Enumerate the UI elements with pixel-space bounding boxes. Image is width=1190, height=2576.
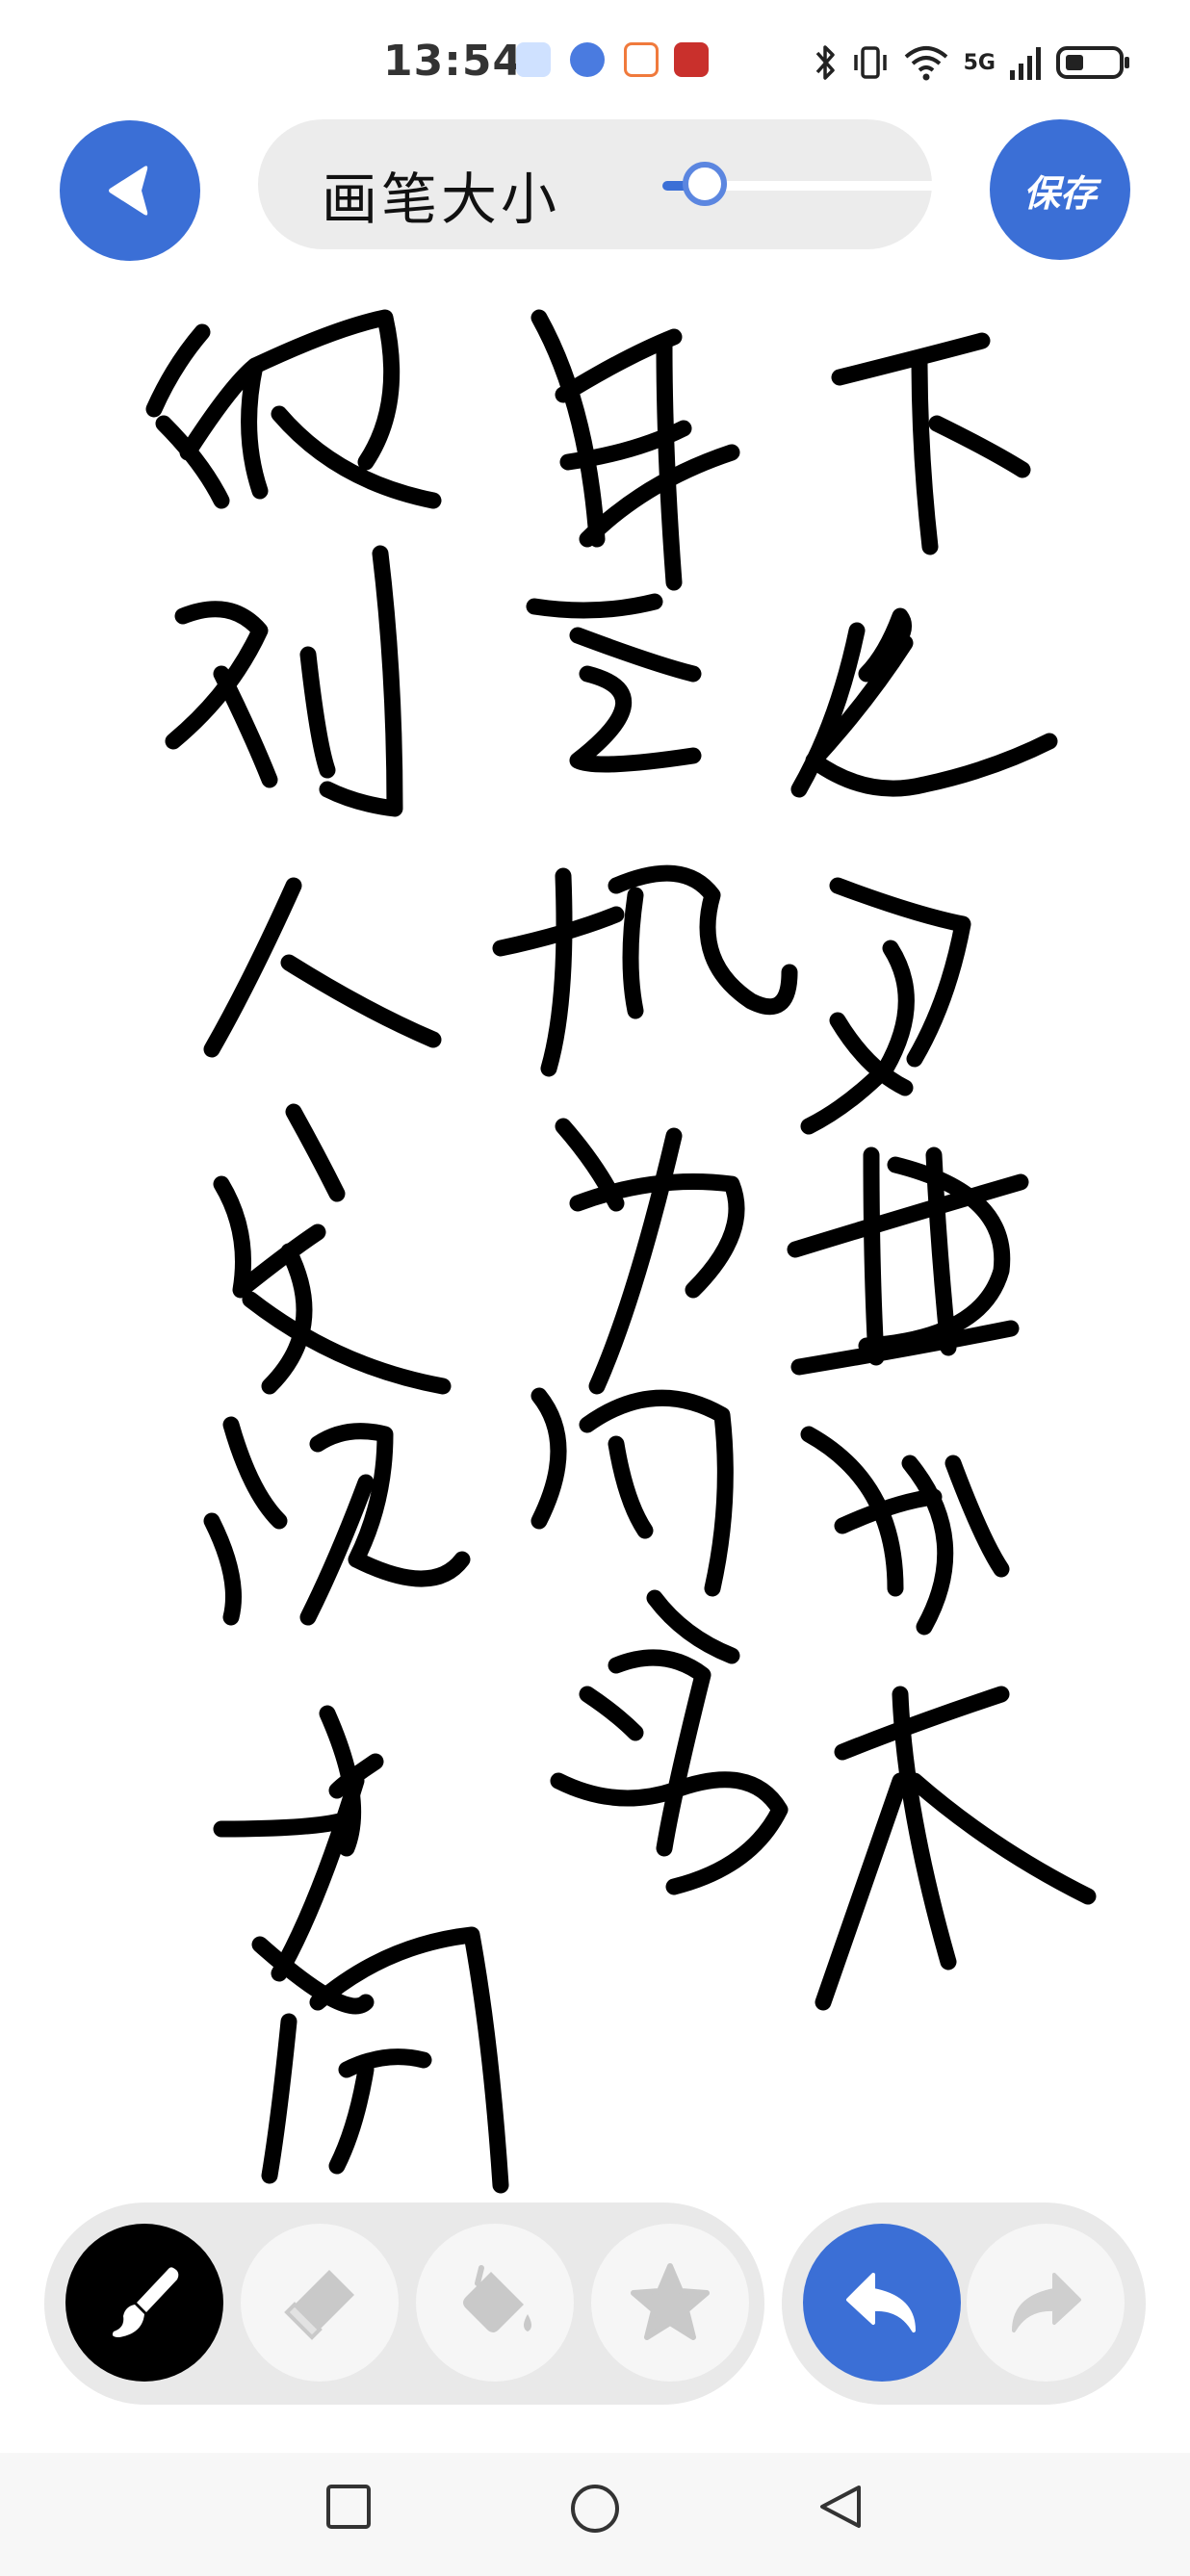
notification-app-icon [516, 42, 551, 77]
status-bar: 13:54 5G [0, 0, 1190, 125]
battery-icon [1056, 46, 1129, 79]
eraser-icon [284, 2270, 354, 2340]
drawing-canvas[interactable] [0, 260, 1190, 2195]
back-button[interactable] [60, 120, 200, 261]
recent-apps-icon[interactable] [323, 2482, 374, 2532]
column-1-strokes [787, 332, 1097, 2011]
brush-tool-button[interactable] [65, 2224, 223, 2382]
column-3-strokes [145, 309, 509, 2194]
star-icon [631, 2263, 710, 2340]
drawing-tools [44, 2202, 764, 2405]
paint-bucket-icon [463, 2265, 531, 2332]
eraser-tool-button[interactable] [241, 2224, 399, 2382]
notification-app-icon [624, 42, 659, 77]
network-type: 5G [963, 50, 996, 75]
slider-thumb[interactable] [683, 162, 727, 206]
redo-button[interactable] [967, 2224, 1125, 2382]
brush-icon [112, 2267, 179, 2337]
notification-app-icon [674, 42, 709, 77]
handwriting-strokes [145, 309, 1097, 2194]
redo-icon [1012, 2273, 1081, 2332]
notification-app-icon [570, 42, 605, 77]
brush-size-slider[interactable] [662, 162, 942, 210]
wifi-icon [904, 46, 947, 81]
home-icon[interactable] [568, 2482, 622, 2536]
history-tools [782, 2202, 1146, 2405]
undo-icon [846, 2273, 916, 2332]
status-icons: 5G [814, 39, 1132, 87]
undo-button[interactable] [803, 2224, 961, 2382]
column-2-strokes [492, 309, 798, 1895]
brush-size-label: 画笔大小 [322, 167, 561, 232]
fill-tool-button[interactable] [416, 2224, 574, 2382]
sticker-tool-button[interactable] [591, 2224, 749, 2382]
back-icon[interactable] [815, 2482, 868, 2532]
save-button[interactable]: 保存 [990, 119, 1130, 260]
back-arrow-icon [109, 166, 148, 216]
signal-icon [1010, 47, 1041, 80]
vibrate-icon [853, 46, 887, 79]
status-time: 13:54 [383, 37, 524, 86]
bluetooth-icon [815, 45, 835, 80]
brush-size-control: 画笔大小 [258, 119, 942, 249]
navigation-bar [0, 2453, 1190, 2576]
